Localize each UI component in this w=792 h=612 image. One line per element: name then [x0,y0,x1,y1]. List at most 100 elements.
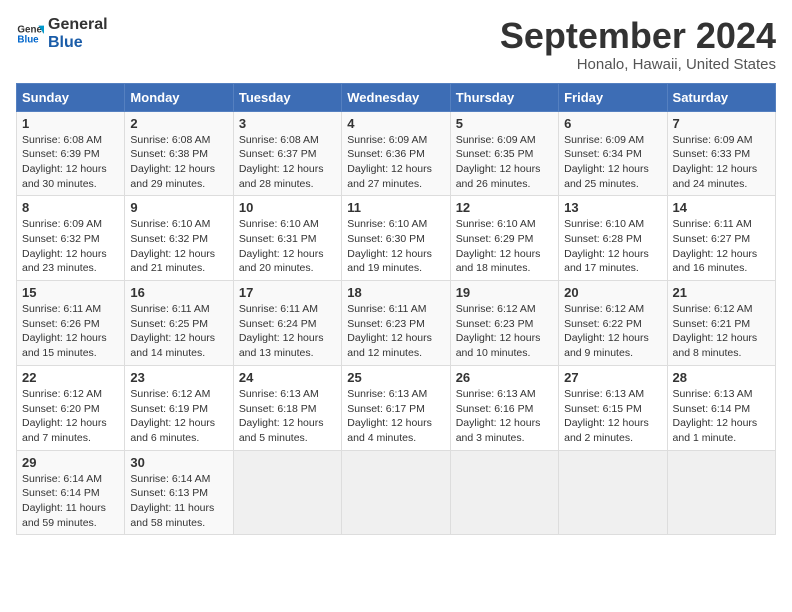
day-detail: Sunrise: 6:12 AM Sunset: 6:21 PM Dayligh… [673,303,758,359]
calendar-table: Sunday Monday Tuesday Wednesday Thursday… [16,83,776,536]
day-detail: Sunrise: 6:10 AM Sunset: 6:32 PM Dayligh… [130,218,215,274]
header-tuesday: Tuesday [233,83,341,111]
table-row: 21 Sunrise: 6:12 AM Sunset: 6:21 PM Dayl… [667,281,775,366]
day-number: 28 [673,370,770,385]
header-saturday: Saturday [667,83,775,111]
header-wednesday: Wednesday [342,83,450,111]
table-row: 17 Sunrise: 6:11 AM Sunset: 6:24 PM Dayl… [233,281,341,366]
day-detail: Sunrise: 6:14 AM Sunset: 6:14 PM Dayligh… [22,473,106,529]
day-detail: Sunrise: 6:09 AM Sunset: 6:34 PM Dayligh… [564,134,649,190]
table-row: 25 Sunrise: 6:13 AM Sunset: 6:17 PM Dayl… [342,365,450,450]
day-number: 16 [130,285,227,300]
table-row: 2 Sunrise: 6:08 AM Sunset: 6:38 PM Dayli… [125,111,233,196]
day-number: 29 [22,455,119,470]
day-detail: Sunrise: 6:11 AM Sunset: 6:23 PM Dayligh… [347,303,432,359]
logo: General Blue General Blue [16,16,108,51]
calendar-week-row: 22 Sunrise: 6:12 AM Sunset: 6:20 PM Dayl… [17,365,776,450]
day-number: 27 [564,370,661,385]
table-row: 1 Sunrise: 6:08 AM Sunset: 6:39 PM Dayli… [17,111,125,196]
day-number: 10 [239,200,336,215]
day-detail: Sunrise: 6:11 AM Sunset: 6:27 PM Dayligh… [673,218,758,274]
day-number: 17 [239,285,336,300]
day-detail: Sunrise: 6:13 AM Sunset: 6:18 PM Dayligh… [239,388,324,444]
header-monday: Monday [125,83,233,111]
day-number: 15 [22,285,119,300]
day-detail: Sunrise: 6:14 AM Sunset: 6:13 PM Dayligh… [130,473,214,529]
day-number: 21 [673,285,770,300]
day-number: 8 [22,200,119,215]
day-detail: Sunrise: 6:08 AM Sunset: 6:39 PM Dayligh… [22,134,107,190]
day-detail: Sunrise: 6:10 AM Sunset: 6:28 PM Dayligh… [564,218,649,274]
day-detail: Sunrise: 6:09 AM Sunset: 6:36 PM Dayligh… [347,134,432,190]
table-row: 9 Sunrise: 6:10 AM Sunset: 6:32 PM Dayli… [125,196,233,281]
day-number: 3 [239,116,336,131]
table-row: 10 Sunrise: 6:10 AM Sunset: 6:31 PM Dayl… [233,196,341,281]
day-detail: Sunrise: 6:12 AM Sunset: 6:22 PM Dayligh… [564,303,649,359]
day-detail: Sunrise: 6:08 AM Sunset: 6:37 PM Dayligh… [239,134,324,190]
day-number: 5 [456,116,553,131]
day-detail: Sunrise: 6:10 AM Sunset: 6:29 PM Dayligh… [456,218,541,274]
table-row: 11 Sunrise: 6:10 AM Sunset: 6:30 PM Dayl… [342,196,450,281]
calendar-week-row: 29 Sunrise: 6:14 AM Sunset: 6:14 PM Dayl… [17,450,776,535]
day-number: 19 [456,285,553,300]
table-row: 13 Sunrise: 6:10 AM Sunset: 6:28 PM Dayl… [559,196,667,281]
table-row: 24 Sunrise: 6:13 AM Sunset: 6:18 PM Dayl… [233,365,341,450]
page-header: General Blue General Blue September 2024… [16,16,776,73]
day-number: 25 [347,370,444,385]
header-thursday: Thursday [450,83,558,111]
day-number: 24 [239,370,336,385]
table-row: 16 Sunrise: 6:11 AM Sunset: 6:25 PM Dayl… [125,281,233,366]
day-number: 12 [456,200,553,215]
day-number: 30 [130,455,227,470]
table-row: 3 Sunrise: 6:08 AM Sunset: 6:37 PM Dayli… [233,111,341,196]
page-title: September 2024 [500,16,776,56]
day-detail: Sunrise: 6:13 AM Sunset: 6:14 PM Dayligh… [673,388,758,444]
header-sunday: Sunday [17,83,125,111]
day-number: 6 [564,116,661,131]
table-row [233,450,341,535]
day-number: 13 [564,200,661,215]
day-detail: Sunrise: 6:09 AM Sunset: 6:33 PM Dayligh… [673,134,758,190]
table-row: 28 Sunrise: 6:13 AM Sunset: 6:14 PM Dayl… [667,365,775,450]
table-row [342,450,450,535]
table-row: 8 Sunrise: 6:09 AM Sunset: 6:32 PM Dayli… [17,196,125,281]
calendar-week-row: 15 Sunrise: 6:11 AM Sunset: 6:26 PM Dayl… [17,281,776,366]
table-row: 27 Sunrise: 6:13 AM Sunset: 6:15 PM Dayl… [559,365,667,450]
table-row [559,450,667,535]
header-friday: Friday [559,83,667,111]
day-number: 2 [130,116,227,131]
weekday-header-row: Sunday Monday Tuesday Wednesday Thursday… [17,83,776,111]
table-row [450,450,558,535]
day-detail: Sunrise: 6:11 AM Sunset: 6:25 PM Dayligh… [130,303,215,359]
day-detail: Sunrise: 6:13 AM Sunset: 6:15 PM Dayligh… [564,388,649,444]
table-row: 22 Sunrise: 6:12 AM Sunset: 6:20 PM Dayl… [17,365,125,450]
day-detail: Sunrise: 6:13 AM Sunset: 6:16 PM Dayligh… [456,388,541,444]
day-detail: Sunrise: 6:11 AM Sunset: 6:26 PM Dayligh… [22,303,107,359]
day-number: 11 [347,200,444,215]
day-detail: Sunrise: 6:12 AM Sunset: 6:19 PM Dayligh… [130,388,215,444]
day-number: 18 [347,285,444,300]
logo-icon: General Blue [16,20,44,48]
calendar-week-row: 8 Sunrise: 6:09 AM Sunset: 6:32 PM Dayli… [17,196,776,281]
day-number: 26 [456,370,553,385]
table-row: 19 Sunrise: 6:12 AM Sunset: 6:23 PM Dayl… [450,281,558,366]
table-row: 20 Sunrise: 6:12 AM Sunset: 6:22 PM Dayl… [559,281,667,366]
table-row: 5 Sunrise: 6:09 AM Sunset: 6:35 PM Dayli… [450,111,558,196]
day-number: 9 [130,200,227,215]
svg-text:Blue: Blue [17,34,39,45]
table-row: 7 Sunrise: 6:09 AM Sunset: 6:33 PM Dayli… [667,111,775,196]
table-row: 12 Sunrise: 6:10 AM Sunset: 6:29 PM Dayl… [450,196,558,281]
day-detail: Sunrise: 6:10 AM Sunset: 6:31 PM Dayligh… [239,218,324,274]
table-row [667,450,775,535]
day-detail: Sunrise: 6:12 AM Sunset: 6:23 PM Dayligh… [456,303,541,359]
day-number: 22 [22,370,119,385]
logo-line2: Blue [48,34,108,52]
day-detail: Sunrise: 6:13 AM Sunset: 6:17 PM Dayligh… [347,388,432,444]
logo-line1: General [48,16,108,34]
table-row: 26 Sunrise: 6:13 AM Sunset: 6:16 PM Dayl… [450,365,558,450]
day-number: 4 [347,116,444,131]
calendar-week-row: 1 Sunrise: 6:08 AM Sunset: 6:39 PM Dayli… [17,111,776,196]
table-row: 23 Sunrise: 6:12 AM Sunset: 6:19 PM Dayl… [125,365,233,450]
table-row: 30 Sunrise: 6:14 AM Sunset: 6:13 PM Dayl… [125,450,233,535]
day-detail: Sunrise: 6:09 AM Sunset: 6:32 PM Dayligh… [22,218,107,274]
